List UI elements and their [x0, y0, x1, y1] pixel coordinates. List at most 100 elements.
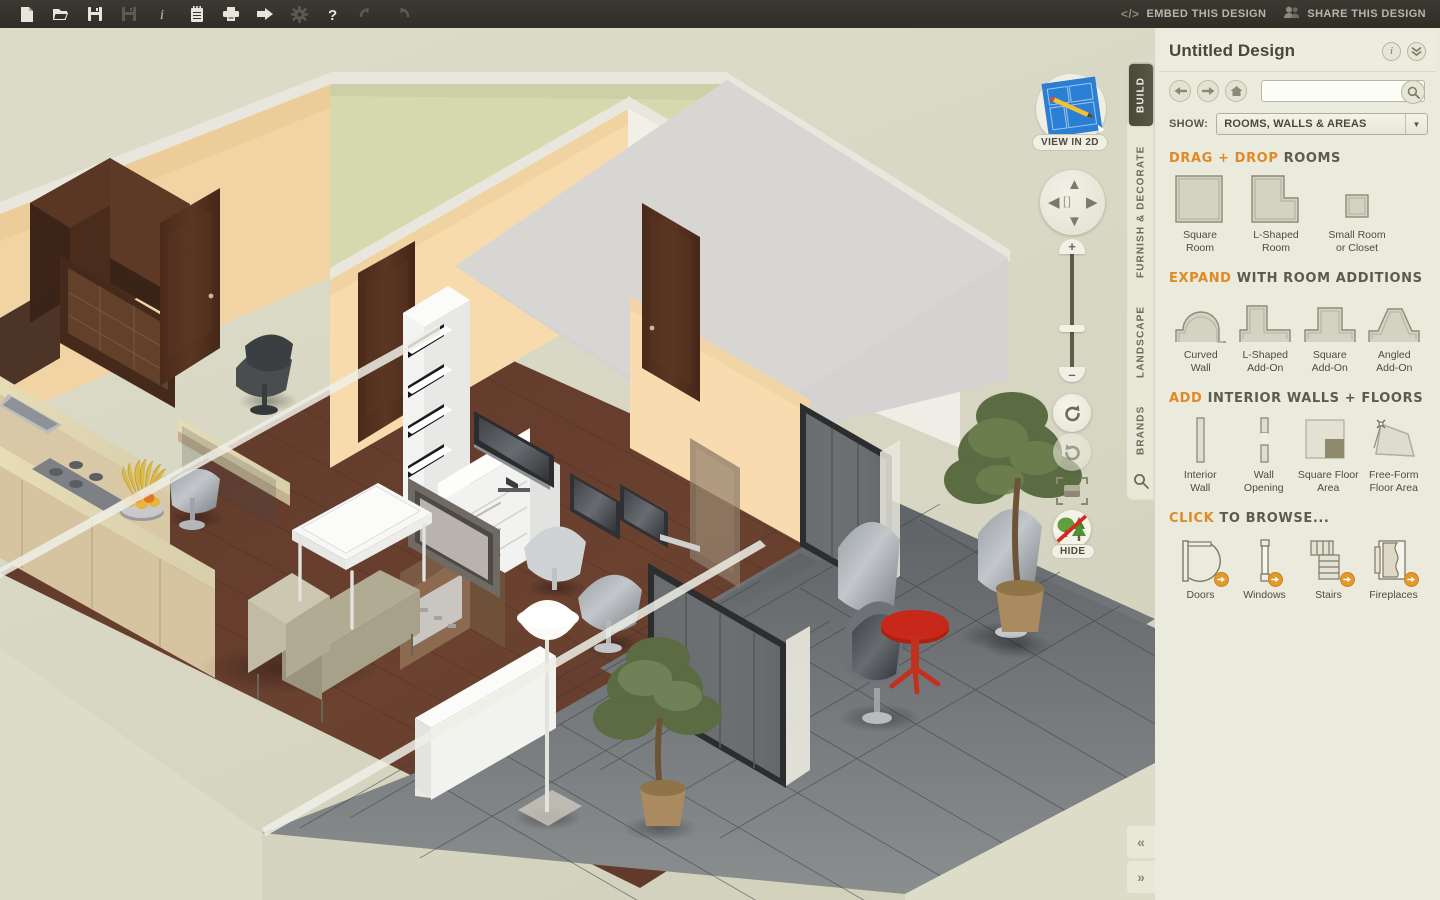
tool-doors[interactable]: Doors — [1169, 534, 1232, 602]
pan-control-pad[interactable]: ▲ ▼ ◀ ▶ [ ] — [1040, 170, 1105, 235]
panel-search-box[interactable] — [1261, 80, 1425, 104]
heading-rest: INTERIOR WALLS + FLOORS — [1207, 391, 1424, 406]
design-canvas[interactable]: VIEW IN 2D ▲ ▼ ◀ ▶ [ ] + – HIDE — [0, 28, 1155, 900]
sidebar-item-furnish-decorate[interactable]: FURNISH & DECORATE — [1129, 136, 1153, 288]
pan-left-arrow[interactable]: ◀ — [1048, 195, 1060, 210]
hide-landscape-button[interactable] — [1053, 510, 1091, 548]
search-input[interactable] — [1262, 81, 1398, 101]
tool-wall-opening[interactable]: Wall Opening — [1233, 414, 1296, 495]
nav-back-button[interactable] — [1169, 80, 1191, 102]
tool-small-room-or-closet[interactable]: Small Room or Closet — [1321, 174, 1393, 255]
tool-curved-wall[interactable]: Curved Wall — [1169, 294, 1233, 375]
section-drag-drop-rooms: DRAG + DROP ROOMS Square Room L-Shaped Roo… — [1155, 151, 1440, 255]
fireplace-icon — [1371, 534, 1420, 587]
svg-text:i: i — [160, 8, 164, 22]
save-as-icon[interactable] — [112, 0, 146, 28]
zoom-slider-handle[interactable] — [1059, 325, 1085, 332]
sidebar-item-brands[interactable]: BRANDS — [1129, 396, 1153, 464]
home-icon — [1230, 86, 1242, 96]
save-icon[interactable] — [78, 0, 112, 28]
tool-square-room[interactable]: Square Room — [1169, 174, 1231, 255]
topbar-actions: </> EMBED THIS DESIGN SHARE THIS DESIGN — [1121, 6, 1440, 22]
embed-design-label: EMBED THIS DESIGN — [1146, 8, 1267, 20]
rotate-left-button[interactable] — [1053, 394, 1091, 432]
curved-wall-icon — [1173, 294, 1229, 344]
redo-icon[interactable] — [384, 0, 418, 28]
interior-wall-icon — [1190, 414, 1210, 464]
section-heading-walls: ADD INTERIOR WALLS + FLOORS — [1169, 391, 1426, 406]
tool-windows[interactable]: Windows — [1233, 534, 1296, 602]
section-heading-browse: CLICK TO BROWSE... — [1169, 511, 1426, 526]
tool-square-floor-area[interactable]: Square Floor Area — [1296, 414, 1360, 495]
nav-home-button[interactable] — [1225, 80, 1247, 102]
print-icon[interactable] — [214, 0, 248, 28]
mode-tab-rail: BUILD FURNISH & DECORATE LANDSCAPE BRAND… — [1127, 60, 1155, 500]
pan-up-arrow[interactable]: ▲ — [1067, 177, 1082, 192]
sidebar-search-icon[interactable] — [1133, 473, 1149, 494]
collapse-left-button[interactable]: « — [1127, 826, 1155, 858]
hide-label[interactable]: HIDE — [1051, 544, 1095, 559]
tool-l-shaped-add-on[interactable]: L-Shaped Add-On — [1234, 294, 1298, 375]
show-filter-select[interactable]: ROOMS, WALLS & AREAS ▼ — [1216, 113, 1428, 135]
tool-free-form-floor-area[interactable]: Free-Form Floor Area — [1362, 414, 1426, 495]
page-title: Untitled Design — [1169, 41, 1296, 60]
pan-down-arrow[interactable]: ▼ — [1067, 214, 1082, 229]
panel-collapse-icon[interactable] — [1407, 41, 1426, 61]
section-interior-walls-floors: ADD INTERIOR WALLS + FLOORS Interior Wall… — [1155, 391, 1440, 495]
sidebar-item-build[interactable]: BUILD — [1129, 64, 1153, 126]
frame-snapshot-button[interactable] — [1055, 476, 1089, 506]
square-addon-icon — [1302, 294, 1358, 344]
collapse-right-button[interactable]: » — [1127, 861, 1155, 893]
panel-header-actions: i — [1382, 41, 1426, 61]
heading-rest: ROOMS — [1283, 151, 1342, 166]
open-folder-icon[interactable] — [44, 0, 78, 28]
tool-square-add-on[interactable]: Square Add-On — [1298, 294, 1362, 375]
settings-gear-icon[interactable] — [282, 0, 316, 28]
top-toolbar: i ? </> EMBED THIS DESIGN SHARE THIS DES… — [0, 0, 1440, 28]
rotate-right-button[interactable] — [1053, 433, 1091, 471]
rooms-item-row: Square Room L-Shaped Room Small Room or Clo… — [1169, 174, 1426, 255]
info-glyph: i — [1389, 45, 1394, 57]
zoom-slider-track[interactable] — [1070, 250, 1074, 378]
section-room-additions: EXPAND WITH ROOM ADDITIONS Curved Wall L-… — [1155, 271, 1440, 375]
tool-l-shaped-room[interactable]: L-Shaped Room — [1245, 174, 1307, 255]
tool-interior-wall[interactable]: Interior Wall — [1169, 414, 1232, 495]
rotate-cw-icon — [1064, 443, 1080, 460]
view-in-2d-button[interactable]: VIEW IN 2D — [1032, 134, 1108, 151]
tool-angled-add-on[interactable]: Angled Add-On — [1363, 294, 1427, 375]
tool-fireplaces[interactable]: Fireplaces — [1361, 534, 1426, 602]
browse-badge[interactable] — [1339, 572, 1355, 587]
new-document-icon[interactable] — [10, 0, 44, 28]
arrow-right-icon — [1201, 87, 1214, 95]
nav-forward-button[interactable] — [1197, 80, 1219, 102]
heading-highlight: CLICK — [1169, 511, 1215, 526]
tool-caption: Fireplaces — [1369, 589, 1418, 601]
floorplan-3d-scene — [0, 28, 1155, 900]
heading-highlight: ADD — [1169, 391, 1203, 406]
sidebar-item-landscape[interactable]: LANDSCAPE — [1129, 294, 1153, 390]
chevron-down-icon[interactable]: ▼ — [1405, 114, 1427, 134]
help-icon[interactable]: ? — [316, 0, 350, 28]
arrow-left-icon — [1174, 87, 1187, 95]
pan-center-button[interactable]: [ ] — [1063, 195, 1071, 207]
tool-caption: Free-Form Floor Area — [1368, 469, 1419, 494]
browse-badge[interactable] — [1404, 572, 1420, 587]
section-click-to-browse: CLICK TO BROWSE... Doors Windows Stairs … — [1155, 511, 1440, 602]
walls-item-row: Interior Wall Wall Opening Square Floor Are… — [1169, 414, 1426, 495]
undo-icon[interactable] — [350, 0, 384, 28]
tool-stairs[interactable]: Stairs — [1297, 534, 1360, 602]
search-submit-button[interactable] — [1401, 80, 1425, 104]
share-design-button[interactable]: SHARE THIS DESIGN — [1284, 6, 1426, 22]
info-icon[interactable]: i — [146, 0, 180, 28]
small-room-icon — [1340, 174, 1374, 224]
people-icon — [1284, 6, 1300, 22]
browse-badge[interactable] — [1213, 572, 1229, 587]
panel-header: Untitled Design i — [1159, 31, 1436, 71]
embed-design-button[interactable]: </> EMBED THIS DESIGN — [1121, 7, 1266, 21]
export-icon[interactable] — [248, 0, 282, 28]
panel-info-icon[interactable]: i — [1382, 41, 1401, 61]
pan-right-arrow[interactable]: ▶ — [1086, 195, 1098, 210]
notes-icon[interactable] — [180, 0, 214, 28]
free-form-floor-icon — [1368, 414, 1420, 464]
browse-badge[interactable] — [1267, 572, 1283, 587]
